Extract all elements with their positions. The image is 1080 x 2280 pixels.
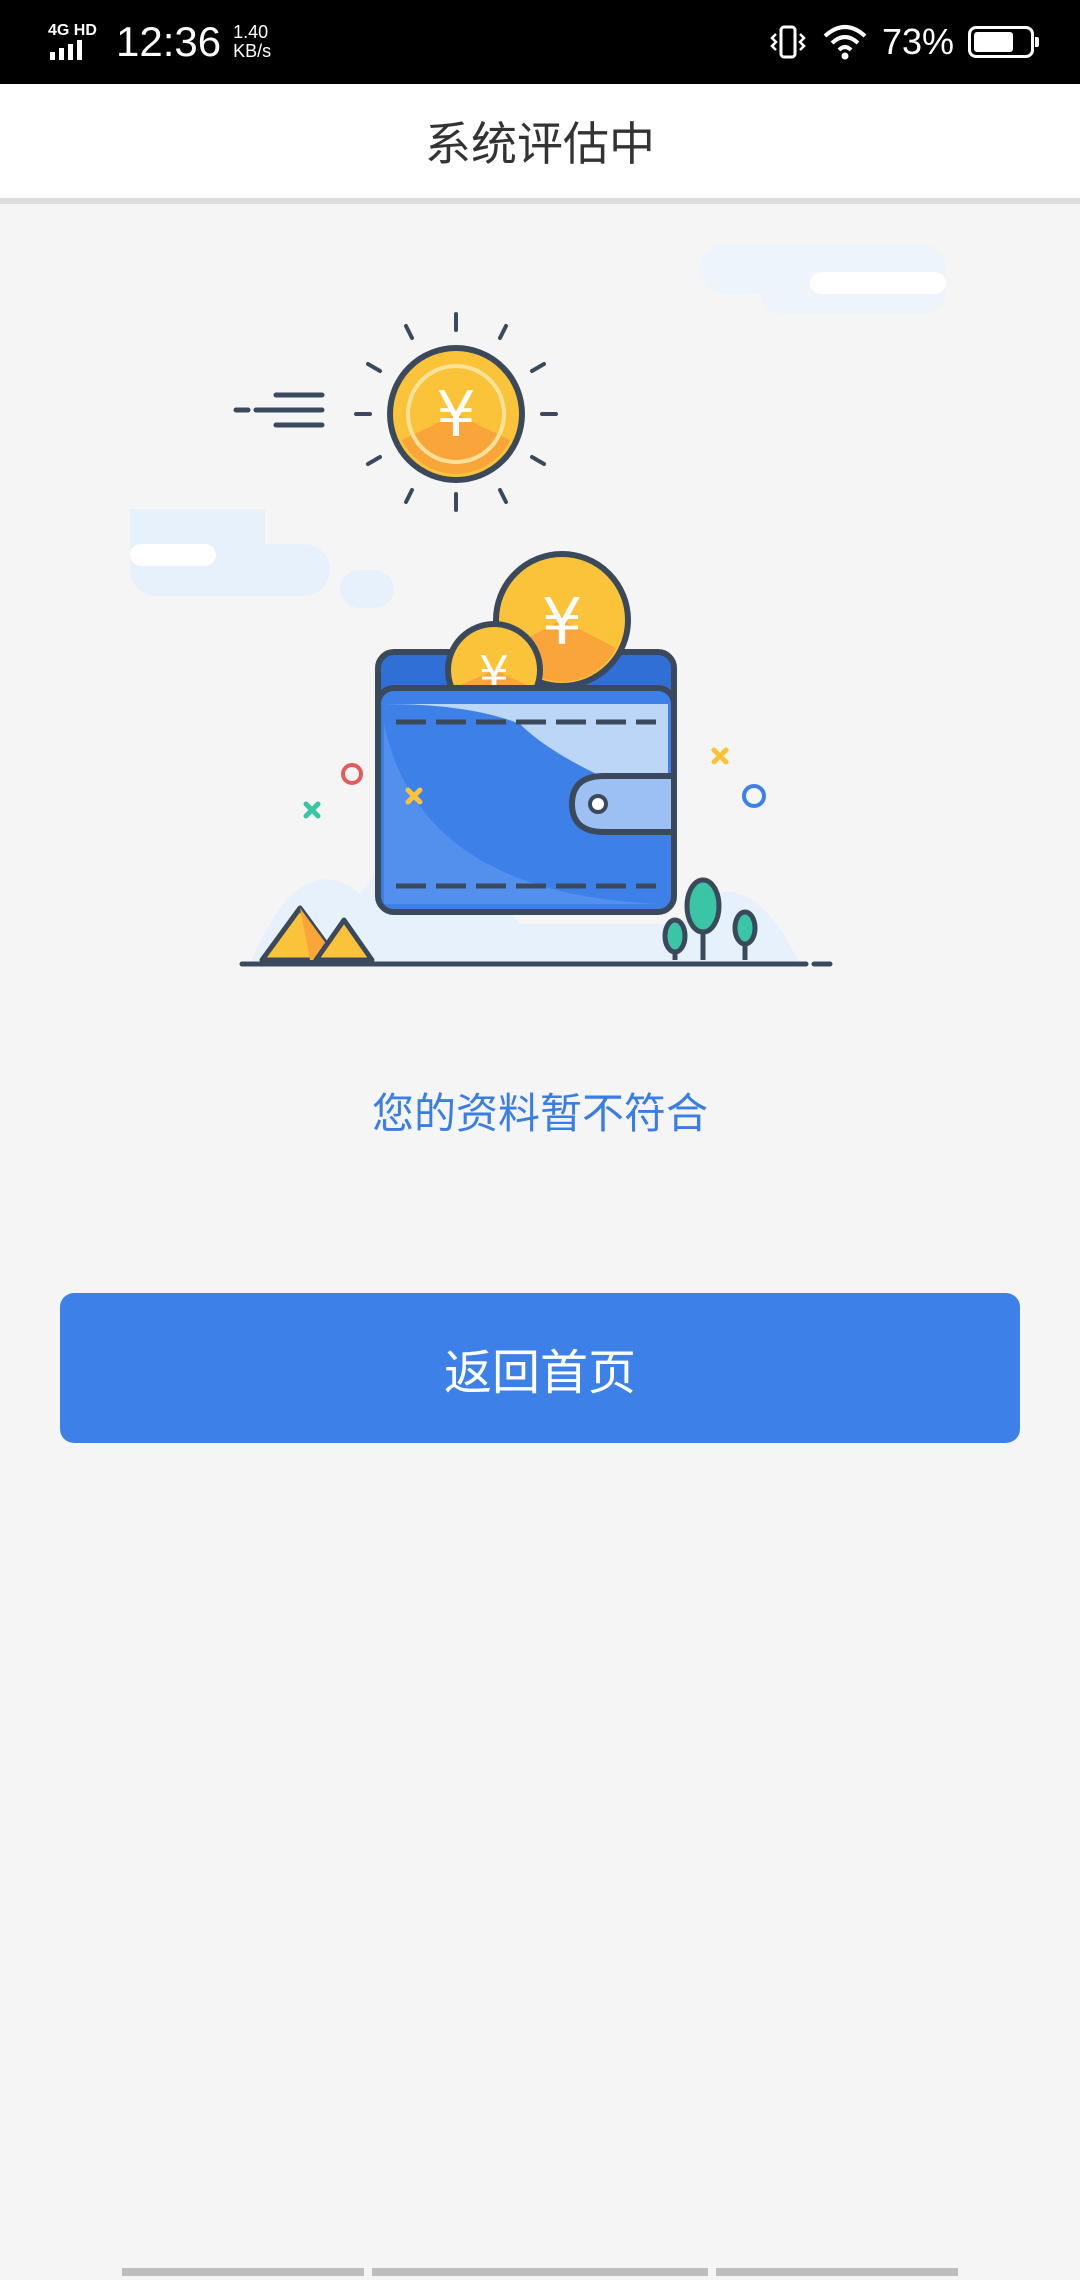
battery-percent: 73%: [881, 21, 954, 62]
network-type-label: 4G HD: [48, 22, 97, 39]
network-speed-unit: KB/s: [233, 41, 272, 61]
network-speed-value: 1.40: [233, 22, 269, 42]
cellular-signal-icon: 4G HD: [46, 18, 102, 66]
status-message: 您的资料暂不符合: [371, 1089, 708, 1138]
battery-icon: [968, 26, 1039, 58]
clock-time: 12:36: [116, 18, 222, 65]
network-speed: 1.40 KB/s: [233, 23, 271, 61]
cloud-left-icon: [130, 509, 394, 608]
svg-text:¥: ¥: [436, 378, 475, 451]
status-bar: 4G HD 12:36 1.40 KB/s 73%: [0, 0, 1080, 84]
svg-text:¥: ¥: [542, 586, 583, 660]
bottom-edge-indicator: [0, 2268, 1080, 2280]
battery-fill: [974, 32, 1013, 52]
edge-segment-3: [716, 2268, 958, 2276]
sun-coin-icon: ¥: [354, 312, 558, 512]
title-bar: 系统评估中: [0, 84, 1080, 204]
cloud-icon: [700, 244, 946, 314]
edge-segment-1: [122, 2268, 364, 2276]
wallet-illustration: ¥ ¥ ¥: [130, 244, 946, 967]
return-home-button[interactable]: 返回首页: [60, 1293, 1020, 1443]
motion-lines-icon: [233, 392, 325, 428]
wallet-icon: ¥ ¥: [375, 551, 677, 915]
vibrate-icon: [770, 25, 806, 59]
status-bar-right: 73%: [768, 0, 1039, 84]
edge-segment-2: [372, 2268, 708, 2276]
wifi-icon: [823, 25, 867, 60]
page-title: 系统评估中: [425, 117, 655, 171]
status-bar-left: 4G HD 12:36 1.40 KB/s: [46, 0, 271, 84]
